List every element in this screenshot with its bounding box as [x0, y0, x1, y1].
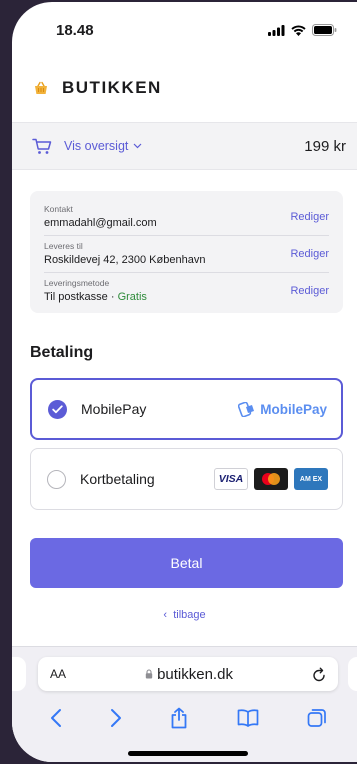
mobilepay-icon: [238, 401, 255, 417]
back-chevron: ‹: [163, 609, 168, 621]
chevron-down-icon: [133, 143, 142, 149]
info-row-method: Leveringsmetode Til postkasse · Gratis R…: [44, 273, 329, 309]
forward-icon[interactable]: [110, 708, 122, 728]
cart-icon: [32, 138, 52, 154]
lock-icon: [145, 669, 153, 679]
info-contact-text: Kontakt emmadahl@gmail.com: [44, 204, 157, 229]
visa-logo: VISA: [214, 468, 248, 490]
amex-logo: AM EX: [294, 468, 328, 490]
method-label: Leveringsmetode: [44, 278, 110, 288]
signal-icon: [268, 24, 285, 36]
mastercard-icon: [262, 473, 280, 485]
status-bar: 18.48: [12, 2, 357, 62]
url-text: butikken.dk: [157, 665, 233, 683]
store-header: BUTIKKEN: [12, 62, 357, 114]
mastercard-logo: [254, 468, 288, 490]
edit-method-link[interactable]: Rediger: [290, 285, 329, 297]
radio-selected[interactable]: [48, 399, 67, 419]
back-label: tilbage: [173, 609, 206, 621]
info-method-text: Leveringsmetode Til postkasse · Gratis: [44, 278, 147, 303]
browser-bar: AA butikken.dk: [12, 646, 357, 762]
edit-shipping-link[interactable]: Rediger: [290, 248, 329, 260]
method-price: Gratis: [117, 291, 147, 303]
back-icon[interactable]: [50, 708, 62, 728]
battery-icon: [312, 24, 337, 36]
previous-tab-peek[interactable]: [12, 657, 26, 691]
bookmarks-icon[interactable]: [237, 709, 259, 727]
edit-contact-link[interactable]: Rediger: [290, 211, 329, 223]
info-row-shipping: Leveres til Roskildevej 42, 2300 Københa…: [44, 236, 329, 273]
payment-title: Betaling: [30, 344, 94, 361]
browser-toolbar: [12, 703, 357, 733]
text-size-button[interactable]: AA: [50, 667, 66, 681]
method-separator: ·: [107, 291, 118, 303]
home-indicator: [128, 751, 248, 756]
card-option-label: Kortbetaling: [80, 471, 155, 487]
reload-icon[interactable]: [312, 667, 326, 682]
back-link[interactable]: ‹ tilbage: [12, 609, 357, 621]
phone-screen: 18.48 BUTIKKEN Vis oversigt 199 kr Konta…: [12, 2, 357, 762]
order-summary-toggle[interactable]: Vis oversigt: [32, 138, 142, 155]
pay-button[interactable]: Betal: [30, 538, 343, 588]
info-row-contact: Kontakt emmadahl@gmail.com Rediger: [44, 199, 329, 236]
shipping-label: Leveres til: [44, 241, 83, 251]
status-time: 18.48: [56, 21, 94, 39]
order-summary-label: Vis oversigt: [64, 139, 129, 153]
next-tab-peek[interactable]: [348, 657, 357, 691]
info-shipping-text: Leveres til Roskildevej 42, 2300 Københa…: [44, 241, 205, 266]
method-value-line: Til postkasse · Gratis: [44, 291, 147, 303]
radio-unselected[interactable]: [47, 469, 66, 489]
contact-value: emmadahl@gmail.com: [44, 217, 157, 229]
payment-option-mobilepay[interactable]: MobilePay MobilePay: [30, 378, 343, 440]
status-icons: [268, 24, 337, 36]
wifi-icon: [291, 24, 306, 36]
share-icon[interactable]: [170, 707, 188, 729]
order-total: 199 kr: [304, 137, 346, 155]
basket-icon: [35, 81, 47, 94]
checkout-info-card: Kontakt emmadahl@gmail.com Rediger Lever…: [30, 191, 343, 313]
mobilepay-option-left: MobilePay: [48, 399, 147, 419]
tabs-icon[interactable]: [307, 708, 327, 728]
payment-option-card[interactable]: Kortbetaling VISA AM EX: [30, 448, 343, 510]
mobilepay-option-label: MobilePay: [81, 401, 147, 417]
address-bar[interactable]: AA butikken.dk: [38, 657, 338, 691]
url-display[interactable]: butikken.dk: [145, 666, 233, 683]
method-value: Til postkasse: [44, 291, 108, 303]
card-option-left: Kortbetaling: [47, 469, 155, 489]
check-icon: [52, 404, 63, 413]
mobilepay-logo: MobilePay: [238, 401, 327, 417]
shipping-value: Roskildevej 42, 2300 København: [44, 254, 206, 266]
store-name: BUTIKKEN: [62, 78, 162, 97]
contact-label: Kontakt: [44, 204, 73, 214]
order-summary-bar[interactable]: Vis oversigt 199 kr: [12, 122, 357, 170]
card-brand-logos: VISA AM EX: [214, 468, 328, 490]
mobilepay-brand-text: MobilePay: [260, 401, 327, 417]
